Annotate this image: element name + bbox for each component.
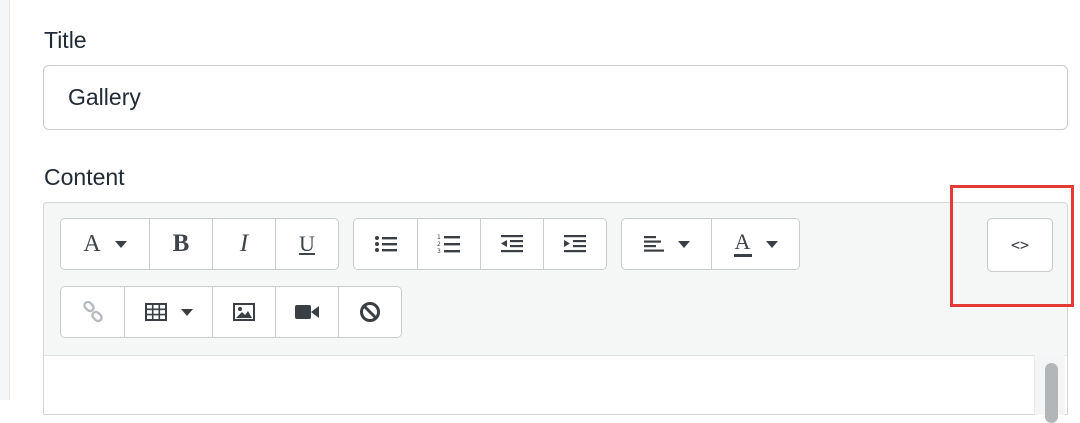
ordered-list-button[interactable]: 1 2 3 bbox=[417, 219, 480, 269]
italic-icon: I bbox=[239, 230, 249, 257]
font-color-bar bbox=[733, 253, 752, 257]
content-label: Content bbox=[44, 164, 125, 190]
underline-icon: U bbox=[299, 231, 315, 256]
font-color-button[interactable]: A bbox=[711, 219, 799, 269]
bold-icon: B bbox=[172, 230, 190, 257]
left-panel-edge bbox=[0, 0, 10, 400]
insert-video-button[interactable] bbox=[275, 287, 338, 337]
title-input[interactable] bbox=[43, 65, 1068, 130]
chevron-down-icon bbox=[677, 240, 690, 248]
insert-image-button[interactable] bbox=[212, 287, 275, 337]
unordered-list-icon bbox=[374, 236, 397, 252]
font-color-icon: A bbox=[733, 228, 752, 257]
underline-button[interactable]: U bbox=[275, 219, 338, 269]
title-label: Title bbox=[44, 27, 87, 53]
table-dropdown-button[interactable] bbox=[124, 287, 212, 337]
scrollbar-thumb[interactable] bbox=[1045, 363, 1058, 423]
svg-text:1: 1 bbox=[437, 234, 441, 241]
align-left-icon bbox=[643, 236, 664, 252]
indent-icon bbox=[564, 235, 586, 253]
image-icon bbox=[233, 303, 255, 321]
svg-text:2: 2 bbox=[437, 241, 441, 248]
ordered-list-icon: 1 2 3 bbox=[437, 234, 460, 254]
table-icon bbox=[144, 303, 167, 321]
editor-scrollbar[interactable] bbox=[1034, 355, 1065, 423]
link-icon bbox=[82, 301, 103, 323]
ban-icon bbox=[360, 302, 380, 322]
font-color-glyph: A bbox=[734, 228, 751, 254]
align-color-group: A bbox=[621, 218, 800, 270]
video-camera-icon bbox=[295, 305, 319, 319]
link-button[interactable] bbox=[61, 287, 124, 337]
text-format-group: A B I U bbox=[60, 218, 339, 270]
chevron-down-icon bbox=[180, 308, 193, 316]
bold-button[interactable]: B bbox=[149, 219, 212, 269]
html-source-button[interactable]: <> bbox=[987, 218, 1053, 272]
indent-button[interactable] bbox=[543, 219, 606, 269]
unordered-list-button[interactable] bbox=[354, 219, 417, 269]
editor-content-area[interactable] bbox=[43, 355, 1068, 415]
list-indent-group: 1 2 3 bbox=[353, 218, 607, 270]
italic-button[interactable]: I bbox=[212, 219, 275, 269]
insert-group bbox=[60, 286, 402, 338]
align-dropdown-button[interactable] bbox=[622, 219, 711, 269]
chevron-down-icon bbox=[765, 240, 778, 248]
paragraph-style-button[interactable]: A bbox=[61, 219, 149, 269]
clear-formatting-button[interactable] bbox=[338, 287, 401, 337]
chevron-down-icon bbox=[114, 240, 127, 248]
outdent-button[interactable] bbox=[480, 219, 543, 269]
paragraph-style-icon: A bbox=[83, 230, 101, 257]
svg-text:3: 3 bbox=[437, 248, 441, 254]
outdent-icon bbox=[501, 235, 523, 253]
